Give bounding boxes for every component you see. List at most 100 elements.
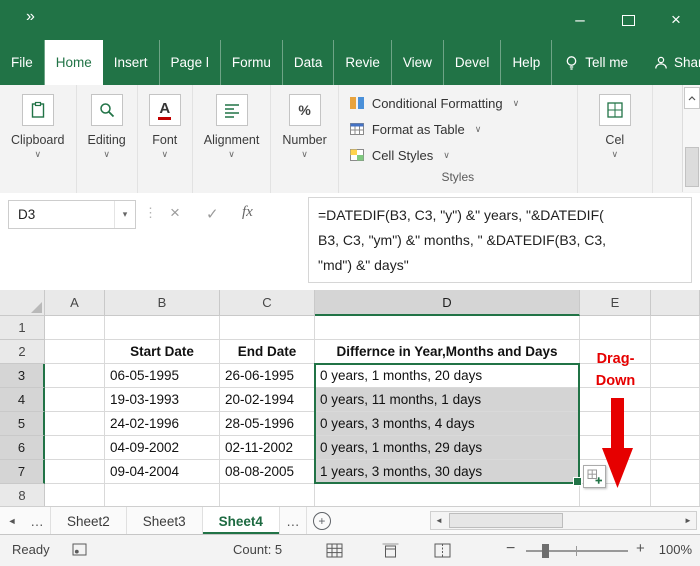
cell-D5[interactable]: 0 years, 3 months, 4 days: [315, 412, 580, 436]
cell-styles-button[interactable]: Cell Styles ∨: [349, 142, 450, 168]
cell-C6[interactable]: 02-11-2002: [220, 436, 315, 460]
cell-A7[interactable]: [45, 460, 105, 484]
cell-B8[interactable]: [105, 484, 220, 506]
hscroll-left-icon[interactable]: ◄: [431, 512, 447, 529]
ribbon-group-font[interactable]: A Font ∨: [138, 85, 193, 193]
normal-view-button[interactable]: [322, 541, 346, 560]
cell-D8[interactable]: [315, 484, 580, 506]
ribbon-group-clipboard[interactable]: Clipboard ∨: [0, 85, 77, 193]
tab-review[interactable]: Revie: [334, 40, 392, 85]
cell-C5[interactable]: 28-05-1996: [220, 412, 315, 436]
hscroll-track[interactable]: [447, 512, 680, 529]
enter-button[interactable]: ✓: [206, 205, 219, 223]
tab-developer[interactable]: Devel: [444, 40, 502, 85]
hscroll-thumb[interactable]: [449, 513, 563, 528]
macro-record-button[interactable]: [72, 543, 87, 559]
cell-C3[interactable]: 26-06-1995: [220, 364, 315, 388]
cell-A1[interactable]: [45, 316, 105, 340]
cell-B2[interactable]: Start Date: [105, 340, 220, 364]
select-all-corner[interactable]: [0, 290, 45, 316]
row-header-3[interactable]: 3: [0, 364, 45, 388]
cell-A3[interactable]: [45, 364, 105, 388]
cell-C2[interactable]: End Date: [220, 340, 315, 364]
cell-C8[interactable]: [220, 484, 315, 506]
name-box[interactable]: D3 ▾: [8, 200, 136, 229]
share-button[interactable]: Share: [640, 40, 700, 85]
tab-view[interactable]: View: [392, 40, 444, 85]
cell-C1[interactable]: [220, 316, 315, 340]
cell-D3[interactable]: 0 years, 1 months, 20 days: [315, 364, 580, 388]
quick-access-toolbar-chevron-icon[interactable]: »: [26, 8, 35, 26]
cell[interactable]: [651, 484, 700, 506]
cell-D1[interactable]: [315, 316, 580, 340]
row-header-7[interactable]: 7: [0, 460, 45, 484]
cell-D7[interactable]: 1 years, 3 months, 30 days: [315, 460, 580, 484]
tab-file[interactable]: File: [0, 40, 45, 85]
tab-home[interactable]: Home: [44, 40, 103, 85]
format-as-table-button[interactable]: Format as Table ∨: [349, 116, 481, 142]
zoom-slider-thumb[interactable]: [542, 544, 549, 558]
tab-page-layout[interactable]: Page l: [160, 40, 221, 85]
row-header-4[interactable]: 4: [0, 388, 45, 412]
cell-A6[interactable]: [45, 436, 105, 460]
sheet-nav-left-icon[interactable]: ◄: [0, 507, 24, 535]
minimize-button[interactable]: –: [556, 0, 604, 40]
cancel-button[interactable]: ×: [170, 203, 180, 223]
row-header-1[interactable]: 1: [0, 316, 45, 340]
tell-me-button[interactable]: Tell me: [552, 40, 640, 85]
row-header-5[interactable]: 5: [0, 412, 45, 436]
cell-A2[interactable]: [45, 340, 105, 364]
new-sheet-button[interactable]: +: [307, 507, 337, 535]
column-header-A[interactable]: A: [45, 290, 105, 316]
zoom-level-label[interactable]: 100%: [659, 542, 692, 557]
autofill-options-button[interactable]: [583, 465, 606, 488]
cell-B7[interactable]: 09-04-2004: [105, 460, 220, 484]
cell-D4[interactable]: 0 years, 11 months, 1 days: [315, 388, 580, 412]
cell[interactable]: [651, 340, 700, 364]
formula-input[interactable]: =DATEDIF(B3, C3, "y") &" years, "&DATEDI…: [308, 197, 692, 283]
cell-B1[interactable]: [105, 316, 220, 340]
ribbon-group-editing[interactable]: Editing ∨: [77, 85, 138, 193]
cell-B5[interactable]: 24-02-1996: [105, 412, 220, 436]
page-break-preview-button[interactable]: [430, 541, 454, 560]
cell-C4[interactable]: 20-02-1994: [220, 388, 315, 412]
sheet-tab-sheet4[interactable]: Sheet4: [202, 507, 280, 535]
cell[interactable]: [651, 388, 700, 412]
tab-data[interactable]: Data: [283, 40, 335, 85]
hscroll-right-icon[interactable]: ►: [680, 512, 696, 529]
cell-D2[interactable]: Differnce in Year,Months and Days: [315, 340, 580, 364]
tab-formulas[interactable]: Formu: [221, 40, 283, 85]
cell-B4[interactable]: 19-03-1993: [105, 388, 220, 412]
cell-B6[interactable]: 04-09-2002: [105, 436, 220, 460]
row-header-6[interactable]: 6: [0, 436, 45, 460]
sheet-tab-sheet2[interactable]: Sheet2: [51, 507, 127, 535]
scroll-up-button[interactable]: [684, 87, 700, 109]
insert-function-button[interactable]: fx: [242, 204, 253, 221]
cell-A5[interactable]: [45, 412, 105, 436]
sheet-overflow-right[interactable]: …: [280, 507, 307, 535]
page-layout-view-button[interactable]: [378, 541, 402, 560]
cell-E1[interactable]: [580, 316, 651, 340]
cell-B3[interactable]: 06-05-1995: [105, 364, 220, 388]
column-header-C[interactable]: C: [220, 290, 315, 316]
fill-handle[interactable]: [573, 477, 582, 486]
sheet-overflow-left[interactable]: …: [24, 507, 51, 535]
ribbon-group-cells[interactable]: Cel ∨: [578, 85, 653, 193]
zoom-slider[interactable]: [526, 535, 628, 566]
tab-help[interactable]: Help: [501, 40, 553, 85]
column-header-E[interactable]: E: [580, 290, 651, 316]
row-header-2[interactable]: 2: [0, 340, 45, 364]
tab-insert[interactable]: Insert: [103, 40, 160, 85]
ribbon-group-number[interactable]: % Number ∨: [271, 85, 339, 193]
cell[interactable]: [651, 364, 700, 388]
maximize-button[interactable]: [604, 0, 652, 40]
cell[interactable]: [651, 436, 700, 460]
column-header-B[interactable]: B: [105, 290, 220, 316]
sheet-tab-sheet3[interactable]: Sheet3: [127, 507, 203, 535]
conditional-formatting-button[interactable]: Conditional Formatting ∨: [349, 90, 519, 116]
cell[interactable]: [651, 412, 700, 436]
row-header-8[interactable]: 8: [0, 484, 45, 506]
cell-C7[interactable]: 08-08-2005: [220, 460, 315, 484]
zoom-in-button[interactable]: +: [636, 540, 645, 557]
ribbon-scrollbar-thumb[interactable]: [685, 147, 699, 187]
